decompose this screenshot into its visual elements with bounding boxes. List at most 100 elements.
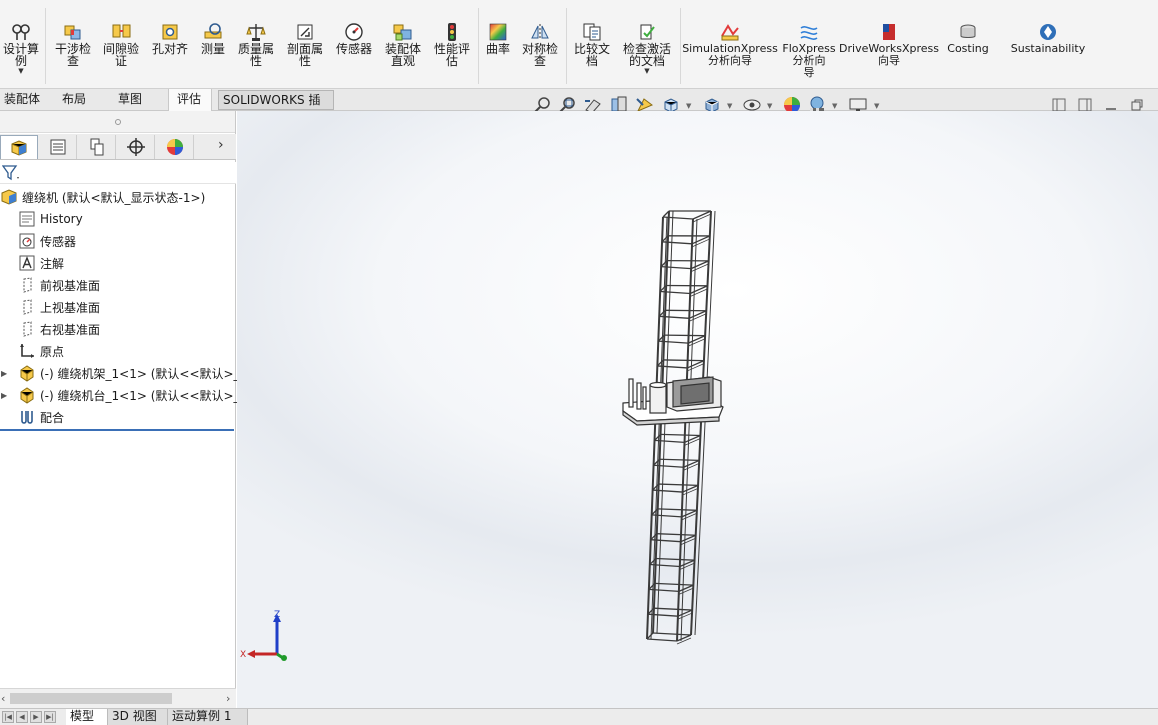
scroll-right-icon[interactable]: ›: [226, 692, 230, 705]
frame-member: [676, 218, 694, 642]
frame-member: [647, 613, 678, 617]
chevron-down-icon[interactable]: ▼: [874, 102, 879, 110]
costing-icon: [960, 24, 976, 38]
graphics-area[interactable]: Z X: [237, 111, 1158, 708]
tab-sketch[interactable]: 草图: [114, 89, 154, 111]
tab-displaymanager[interactable]: [156, 135, 194, 159]
performance-evaluation-button[interactable]: 性能评 估: [430, 0, 474, 89]
floxpress-icon: [800, 26, 818, 40]
tree-horizontal-scrollbar[interactable]: ‹ ›: [0, 688, 236, 708]
panel-splitter-grip[interactable]: [0, 111, 235, 133]
tab-assembly[interactable]: 装配体: [0, 89, 44, 111]
tree-item-front-plane[interactable]: 前视基准面: [0, 274, 236, 296]
frame-member: [662, 216, 694, 220]
featuremanager-icon: [11, 139, 27, 156]
filter-icon[interactable]: [2, 165, 20, 181]
tree-item-component-frame[interactable]: ▶ (-) 缠绕机架_1<1> (默认<<默认>_显: [0, 362, 252, 384]
scroll-left-icon[interactable]: ‹: [1, 692, 5, 705]
expand-arrow-icon[interactable]: ▶: [1, 391, 7, 400]
sensor-icon: [19, 233, 35, 249]
performance-evaluation-icon: [448, 23, 456, 41]
frame-member: [654, 439, 685, 444]
ribbon-separator: [478, 8, 479, 84]
tree-item-origin[interactable]: 原点: [0, 340, 236, 362]
first-tab-icon[interactable]: |◀: [2, 711, 14, 723]
expand-arrow-icon[interactable]: ▶: [1, 369, 7, 378]
tree-item-history[interactable]: History: [0, 208, 236, 230]
tree-item-component-table[interactable]: ▶ (-) 缠绕机台_1<1> (默认<<默认>_显: [0, 384, 252, 406]
sensor-gauge-icon: [345, 23, 363, 41]
rollback-bar[interactable]: [0, 429, 234, 431]
interference-check-button[interactable]: 干涉检 查: [50, 0, 96, 89]
design-study-button[interactable]: 设计算 例 ▼: [0, 0, 42, 89]
previous-tab-icon[interactable]: ◀: [16, 711, 28, 723]
assembly-visualization-icon: [393, 24, 412, 41]
tile-left-icon[interactable]: [1052, 98, 1066, 112]
tab-3d-views[interactable]: 3D 视图: [108, 709, 168, 725]
tab-evaluate[interactable]: 评估: [168, 89, 212, 111]
frame-member: [684, 434, 701, 444]
command-manager-ribbon: 设计算 例 ▼ 干涉检 查 间隙验 证 孔对齐 测量 质量属 性 剖面属 性 传…: [0, 0, 1158, 89]
costing-button[interactable]: Costing: [942, 0, 994, 89]
tab-layout[interactable]: 布局: [58, 89, 98, 111]
compare-documents-icon: [583, 23, 601, 41]
frame-member: [678, 584, 694, 592]
tree-item-mates[interactable]: 配合: [0, 406, 236, 428]
frame-member: [657, 508, 697, 511]
frame-member: [680, 534, 696, 543]
interference-icon: [64, 25, 81, 40]
frame-member: [677, 609, 693, 617]
chevron-down-icon[interactable]: ▼: [686, 102, 691, 110]
driveworksxpress-button[interactable]: DriveWorksXpress 向导: [839, 0, 939, 89]
frame-member: [683, 459, 700, 468]
simulationxpress-icon: [721, 24, 739, 41]
chevron-down-icon[interactable]: ▼: [832, 102, 837, 110]
chevron-down-icon[interactable]: ▼: [727, 102, 732, 110]
frame-member: [653, 607, 693, 611]
sustainability-button[interactable]: Sustainability: [1006, 0, 1090, 89]
featuremanager-panel: › 缠绕机 (默认<默认_显示状态-1>) History 传感器 注解 前视基…: [0, 111, 252, 708]
floxpress-button[interactable]: FloXpress 分析向 导: [780, 0, 838, 89]
frame-member: [652, 632, 692, 636]
mass-properties-button[interactable]: 质量属 性: [234, 0, 278, 89]
scrollbar-thumb[interactable]: [10, 693, 172, 704]
configurationmanager-icon: [90, 138, 103, 156]
sensor-button[interactable]: 传感器: [332, 0, 376, 89]
propertymanager-icon: [50, 139, 65, 155]
check-active-document-button[interactable]: 检查激活 的文档 ▼: [618, 0, 676, 89]
tab-featuremanager[interactable]: [0, 135, 38, 159]
tree-item-annotations[interactable]: 注解: [0, 252, 236, 274]
simulationxpress-button[interactable]: SimulationXpress 分析向导: [682, 0, 778, 89]
chevron-right-icon[interactable]: ›: [218, 137, 224, 153]
displaymanager-icon: [166, 139, 183, 155]
frame-member: [694, 210, 716, 636]
tree-item-right-plane[interactable]: 右视基准面: [0, 318, 236, 340]
tab-dimxpertmanager[interactable]: [117, 135, 155, 159]
measure-button[interactable]: 测量: [195, 0, 231, 89]
symmetry-check-button[interactable]: 对称检 查: [517, 0, 563, 89]
winding-machine-model: [622, 210, 724, 645]
tree-item-sensors[interactable]: 传感器: [0, 230, 236, 252]
minimize-icon[interactable]: [1104, 98, 1118, 112]
chevron-down-icon[interactable]: ▼: [767, 102, 772, 110]
section-properties-button[interactable]: 剖面属 性: [282, 0, 328, 89]
hole-alignment-button[interactable]: 孔对齐: [148, 0, 192, 89]
tab-motion-study[interactable]: 运动算例 1: [168, 709, 248, 725]
tab-model[interactable]: 模型: [66, 709, 108, 725]
clearance-verification-button[interactable]: 间隙验 证: [98, 0, 144, 89]
curvature-button[interactable]: 曲率: [481, 0, 515, 89]
tab-propertymanager[interactable]: [39, 135, 77, 159]
tile-right-icon[interactable]: [1078, 98, 1092, 112]
coordinate-triad: Z X: [240, 610, 287, 661]
frame-member: [687, 360, 705, 369]
tree-root-assembly[interactable]: 缠绕机 (默认<默认_显示状态-1>): [0, 186, 236, 208]
next-tab-icon[interactable]: ▶: [30, 711, 42, 723]
tab-configurationmanager[interactable]: [78, 135, 116, 159]
assembly-visualization-button[interactable]: 装配体 直观: [380, 0, 426, 89]
tab-solidworks-addins[interactable]: SOLIDWORKS 插件: [218, 90, 334, 125]
frame-member: [650, 539, 681, 543]
restore-icon[interactable]: [1130, 98, 1144, 112]
compare-documents-button[interactable]: 比较文 档: [569, 0, 615, 89]
tree-item-top-plane[interactable]: 上视基准面: [0, 296, 236, 318]
last-tab-icon[interactable]: ▶|: [44, 711, 56, 723]
